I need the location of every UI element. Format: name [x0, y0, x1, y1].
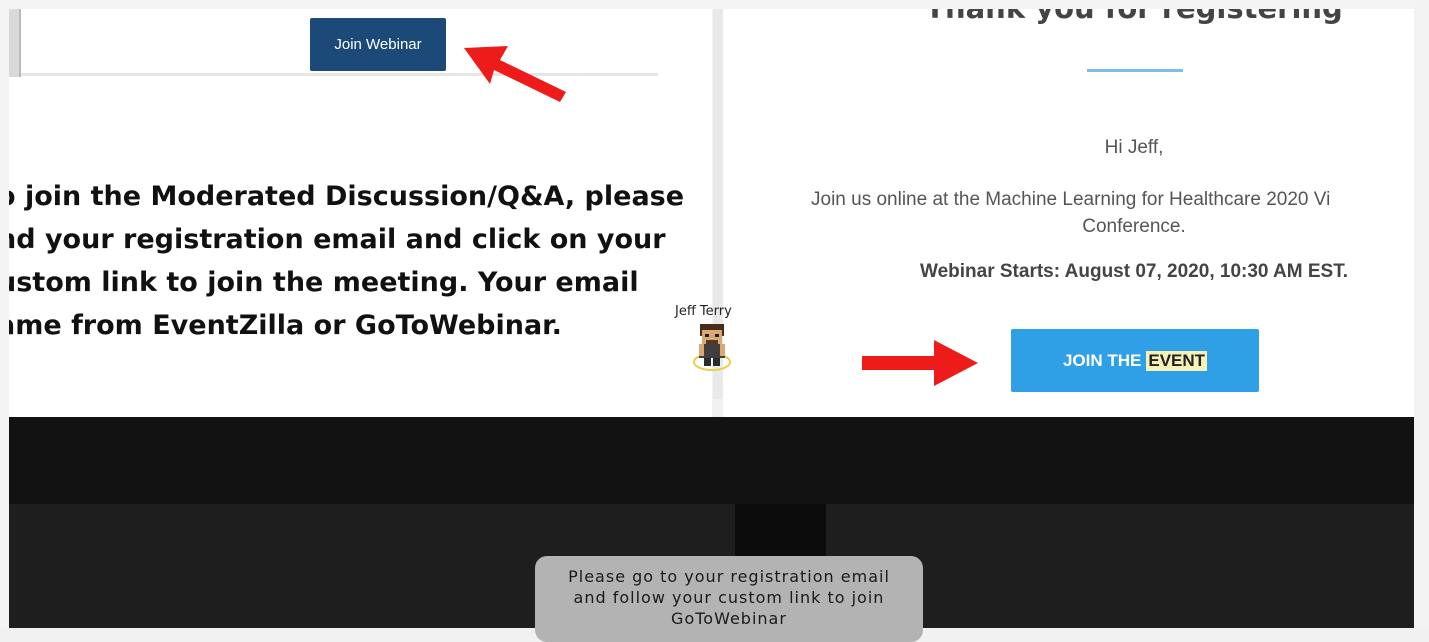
invite-text-line: Conference.	[1082, 216, 1186, 237]
email-greeting: Hi Jeff,	[1104, 137, 1164, 158]
toast-line: GoToWebinar	[671, 609, 787, 628]
join-webinar-button[interactable]: Join Webinar	[310, 18, 446, 71]
instructions-line: nd your registration email and click on …	[9, 224, 666, 255]
player-avatar-icon[interactable]	[690, 322, 734, 374]
right-gutter	[1414, 0, 1429, 628]
top-bar	[0, 0, 1429, 9]
red-arrow-icon	[464, 46, 566, 102]
toast-line: Please go to your registration email	[568, 567, 890, 586]
avatar-name-label: Jeff Terry	[675, 304, 732, 319]
join-button-label: JOIN THE	[1062, 350, 1142, 370]
join-the-event-button[interactable]: JOIN THE EVENT	[1011, 329, 1259, 392]
toast-line: and follow your custom link to join	[573, 588, 885, 607]
game-dark-wall	[9, 417, 1414, 504]
instructions-text: o join the Moderated Discussion/Q&A, ple…	[9, 175, 712, 347]
instructions-line: o join the Moderated Discussion/Q&A, ple…	[9, 181, 685, 212]
webinar-start-time: Webinar Starts: August 07, 2020, 10:30 A…	[920, 261, 1348, 282]
left-gutter	[0, 9, 9, 628]
instructions-line: ustom link to join the meeting. Your ema…	[9, 267, 639, 298]
email-panel: Thank you for registering Hi Jeff, Join …	[723, 9, 1414, 417]
screenshot-edge	[9, 9, 19, 77]
slide-panel: Join Webinar o join the Moderated Discus…	[9, 9, 712, 417]
join-button-highlighted-label: EVENT	[1146, 350, 1208, 371]
email-title: Thank you for registering	[723, 9, 1414, 25]
red-arrow-icon	[862, 340, 978, 386]
invite-text-line: Join us online at the Machine Learning f…	[811, 189, 1331, 210]
screenshot-edge-line	[19, 9, 21, 77]
instructions-line: ame from EventZilla or GoToWebinar.	[9, 310, 562, 341]
info-toast: Please go to your registration email and…	[535, 556, 923, 642]
title-underline	[1087, 69, 1183, 72]
